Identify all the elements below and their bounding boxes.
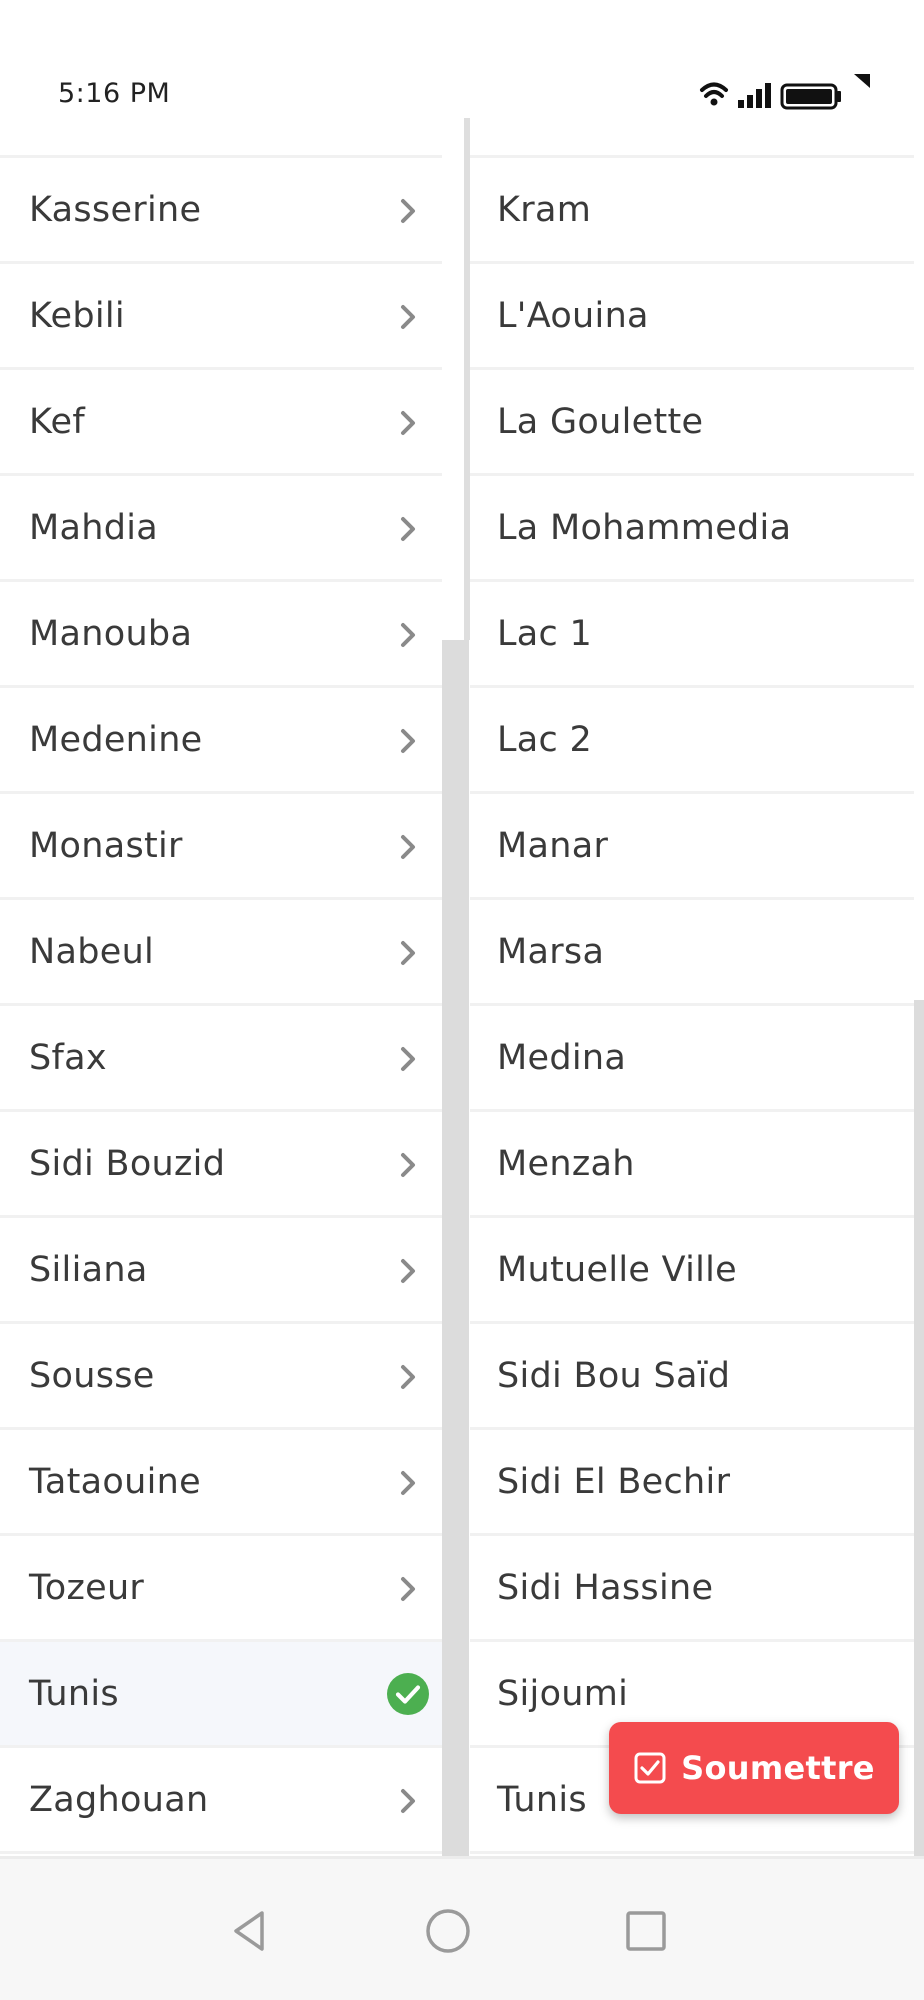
delegation-item-label: Marsa [497,931,605,972]
navigation-bar [0,1856,924,2000]
delegation-item[interactable]: Medina [470,1006,914,1112]
governorate-item[interactable]: Tunis [0,1642,442,1748]
left-scrollbar[interactable] [442,640,469,1856]
delegation-item[interactable]: Marsa [470,900,914,1006]
governorate-item-label: Manouba [29,613,193,654]
chevron-right-icon [401,411,415,435]
governorate-item-label: Zaghouan [29,1779,209,1820]
governorate-item-label: Kef [29,401,85,442]
list-item-partial [470,118,914,158]
governorate-item-label: Sfax [29,1037,107,1078]
delegation-item-label: Medina [497,1037,627,1078]
governorate-item-label: Nabeul [29,931,155,972]
delegation-item[interactable]: La Mohammedia [470,476,914,582]
delegation-item[interactable]: L'Aouina [470,264,914,370]
governorate-item-label: Sidi Bouzid [29,1143,226,1184]
delegation-list[interactable]: Kram L'Aouina La Goulette La Mohammedia Lac … [470,118,914,1856]
back-icon[interactable] [222,1903,278,1959]
wifi-icon [700,82,728,106]
submit-button-label: Soumettre [681,1749,875,1787]
governorate-item[interactable]: Monastir [0,794,442,900]
delegation-item[interactable]: Mutuelle Ville [470,1218,914,1324]
chevron-right-icon [401,941,415,965]
delegation-item-label: L'Aouina [497,295,649,336]
governorate-item[interactable]: Medenine [0,688,442,794]
governorate-item[interactable]: Siliana [0,1218,442,1324]
chevron-right-icon [401,305,415,329]
chevron-right-icon [401,1365,415,1389]
status-bar: 5:16 PM [0,0,924,118]
chevron-right-icon [401,199,415,223]
delegation-item[interactable]: La Goulette [470,370,914,476]
chevron-right-icon [401,623,415,647]
governorate-item[interactable]: Sfax [0,1006,442,1112]
check-circle-icon [387,1673,429,1715]
screen: 5:16 PM Kasserine Kebili Kef Mahdia Mano… [0,0,924,2000]
delegation-item-label: Sidi Hassine [497,1567,714,1608]
delegation-item-label: Lac 1 [497,613,593,654]
governorate-item-label: Tozeur [29,1567,145,1608]
delegation-item[interactable]: Manar [470,794,914,900]
governorate-item[interactable]: Sousse [0,1324,442,1430]
battery-icon [780,83,841,110]
governorate-item[interactable]: Manouba [0,582,442,688]
governorate-item[interactable]: Nabeul [0,900,442,1006]
governorate-list[interactable]: Kasserine Kebili Kef Mahdia Manouba Medenine M… [0,118,442,1856]
governorate-item-label: Sousse [29,1355,155,1396]
chevron-right-icon [401,1153,415,1177]
governorate-item-label: Siliana [29,1249,148,1290]
delegation-item-label: Tunis [497,1779,587,1820]
chevron-right-icon [401,729,415,753]
delegation-item-label: La Goulette [497,401,704,442]
delegation-item-label: Lac 2 [497,719,593,760]
chevron-right-icon [401,1789,415,1813]
chevron-right-icon [401,1471,415,1495]
delegation-item[interactable]: Lac 2 [470,688,914,794]
notification-corner-icon [854,74,870,88]
delegation-item-label: Sidi El Bechir [497,1461,731,1502]
governorate-item[interactable]: Kebili [0,264,442,370]
right-scrollbar[interactable] [914,1000,924,1856]
delegation-item[interactable]: Sidi Hassine [470,1536,914,1642]
delegation-item-label: Sidi Bou Saïd [497,1355,731,1396]
delegation-item[interactable]: Kram [470,158,914,264]
delegation-item-label: Mutuelle Ville [497,1249,738,1290]
chevron-right-icon [401,1047,415,1071]
signal-icon [738,83,771,108]
delegation-item[interactable]: Sidi El Bechir [470,1430,914,1536]
delegation-item-label: Kram [497,189,592,230]
delegation-item-label: Sijoumi [497,1673,629,1714]
status-icons [700,74,870,110]
governorate-item[interactable]: Mahdia [0,476,442,582]
governorate-item-label: Monastir [29,825,183,866]
governorate-item[interactable]: Kasserine [0,158,442,264]
delegation-item[interactable]: Menzah [470,1112,914,1218]
recents-icon[interactable] [618,1903,674,1959]
chevron-right-icon [401,1259,415,1283]
governorate-item-label: Tataouine [29,1461,201,1502]
home-icon[interactable] [420,1903,476,1959]
chevron-right-icon [401,517,415,541]
submit-button[interactable]: Soumettre [609,1722,899,1814]
delegation-item-label: Menzah [497,1143,635,1184]
governorate-item[interactable]: Tozeur [0,1536,442,1642]
governorate-item-label: Kebili [29,295,125,336]
governorate-item-label: Tunis [29,1673,119,1714]
governorate-item-label: Medenine [29,719,203,760]
delegation-item[interactable]: Lac 1 [470,582,914,688]
governorate-item[interactable]: Sidi Bouzid [0,1112,442,1218]
governorate-item-label: Kasserine [29,189,202,230]
list-item-partial [0,118,442,158]
delegation-item-label: La Mohammedia [497,507,792,548]
governorate-item[interactable]: Tataouine [0,1430,442,1536]
governorate-item[interactable]: Kef [0,370,442,476]
checkbox-icon [634,1752,666,1784]
delegation-item[interactable]: Sidi Bou Saïd [470,1324,914,1430]
chevron-right-icon [401,835,415,859]
delegation-item-label: Manar [497,825,609,866]
status-time: 5:16 PM [58,78,171,109]
governorate-item-label: Mahdia [29,507,159,548]
chevron-right-icon [401,1577,415,1601]
governorate-item[interactable]: Zaghouan [0,1748,442,1854]
